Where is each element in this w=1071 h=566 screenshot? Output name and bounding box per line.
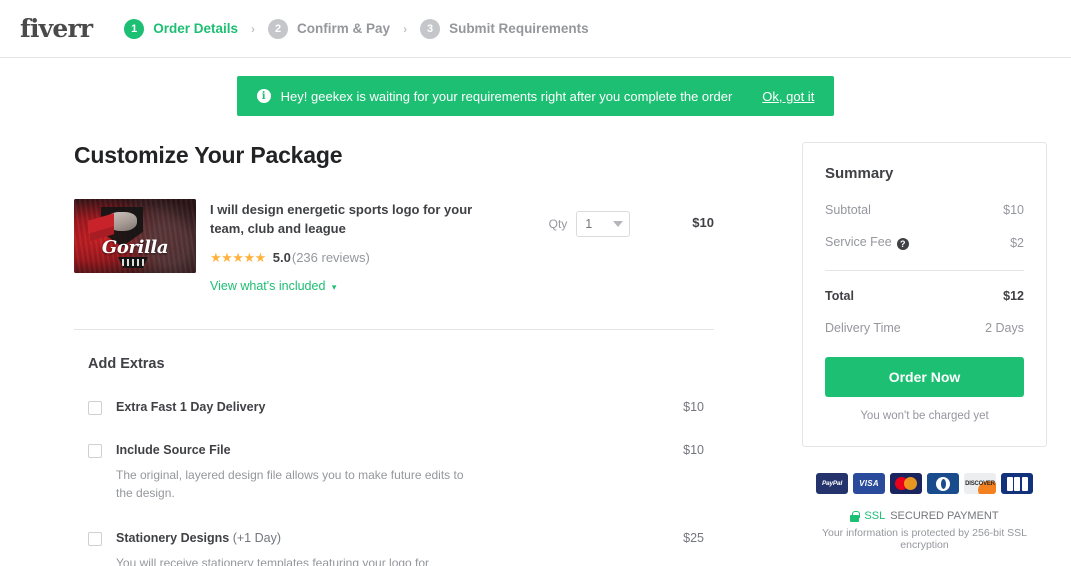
discover-label: DISCOVER [965, 480, 995, 487]
summary-row-service-fee: Service Fee? $2 [825, 235, 1024, 250]
extra-price: $10 [683, 442, 704, 457]
summary-card: Summary Subtotal $10 Service Fee? $2 Tot… [802, 142, 1047, 447]
extra-name: Include Source File [116, 443, 683, 457]
chevron-down-icon [613, 221, 624, 227]
service-fee-label-group: Service Fee? [825, 235, 909, 250]
ssl-label: SSL [864, 510, 886, 522]
service-fee-value: $2 [1010, 235, 1024, 250]
extra-item: Include Source File The original, layere… [74, 443, 714, 503]
gig-info: I will design energetic sports logo for … [196, 199, 537, 295]
gig-title[interactable]: I will design energetic sports logo for … [210, 201, 500, 239]
step-2-number: 2 [268, 18, 289, 39]
extra-price: $10 [683, 399, 704, 414]
step-1-number: 1 [124, 18, 145, 39]
rating-count: (236 reviews) [291, 250, 370, 266]
gig-summary-row: Gorilla I will design energetic sports l… [74, 199, 714, 295]
charge-note: You won't be charged yet [860, 410, 989, 422]
quantity-label: Qty [548, 217, 568, 231]
info-icon: i [256, 89, 271, 103]
extra-item: Stationery Designs (+1 Day) You will rec… [74, 531, 714, 566]
gig-price: $10 [692, 215, 714, 230]
ssl-note: Your information is protected by 256-bit… [821, 527, 1028, 551]
summary-row-delivery-time: Delivery Time 2 Days [825, 321, 1024, 335]
section-divider [74, 328, 714, 330]
step-3-number: 3 [420, 18, 441, 39]
summary-row-subtotal: Subtotal $10 [825, 203, 1024, 217]
mastercard-icon [890, 473, 922, 494]
notice-banner: i Hey! geekex is waiting for your requir… [236, 76, 835, 116]
notice-banner-wrapper: i Hey! geekex is waiting for your requir… [0, 76, 1071, 116]
step-confirm-pay[interactable]: 2 Confirm & Pay [268, 18, 391, 39]
lock-icon [850, 510, 860, 522]
payment-methods: PayPal VISA DISCOVER [802, 473, 1047, 494]
extra-description: The original, layered design file allows… [116, 467, 464, 501]
step-separator-2: › [403, 21, 408, 36]
step-submit-requirements[interactable]: 3 Submit Requirements [420, 18, 589, 39]
diners-club-icon [927, 473, 959, 494]
extra-body: Include Source File The original, layere… [102, 443, 683, 503]
notice-text: Hey! geekex is waiting for your requirem… [280, 88, 733, 104]
summary-title: Summary [825, 165, 894, 182]
extra-price: $25 [683, 530, 704, 545]
extra-item: Extra Fast 1 Day Delivery $10 [74, 400, 714, 415]
ssl-secured-text: SECURED PAYMENT [890, 510, 999, 522]
visa-icon: VISA [853, 473, 885, 494]
rating-score: 5.0 [272, 250, 291, 266]
help-icon[interactable]: ? [896, 238, 909, 250]
quantity-value: 1 [585, 217, 593, 231]
extra-name: Stationery Designs (+1 Day) [116, 531, 683, 545]
sidebar-column: Summary Subtotal $10 Service Fee? $2 Tot… [802, 142, 1047, 566]
gig-rating: ★★★★★ 5.0 (236 reviews) [210, 250, 537, 266]
order-now-button[interactable]: Order Now [825, 357, 1024, 397]
extra-body: Stationery Designs (+1 Day) You will rec… [102, 531, 683, 566]
summary-divider [825, 270, 1024, 271]
ssl-secured-badge: SSL SECURED PAYMENT [802, 510, 1047, 522]
extra-name-text: Include Source File [116, 442, 231, 457]
summary-row-total: Total $12 [825, 289, 1024, 303]
extra-name-text: Extra Fast 1 Day Delivery [116, 399, 266, 414]
checkout-stepper: 1 Order Details › 2 Confirm & Pay › 3 Su… [124, 18, 589, 39]
extra-name-text: Stationery Designs [116, 530, 230, 545]
step-3-label: Submit Requirements [449, 21, 589, 36]
extra-body: Extra Fast 1 Day Delivery [102, 400, 683, 414]
page-title: Customize Your Package [74, 142, 343, 168]
extra-description: You will receive stationery templates fe… [116, 555, 430, 566]
subtotal-value: $10 [1003, 203, 1024, 217]
step-separator-1: › [251, 21, 256, 36]
quantity-select[interactable]: 1 [576, 211, 631, 237]
total-label: Total [825, 289, 854, 303]
jcb-icon [1001, 473, 1033, 494]
page-body: Customize Your Package Gorilla I will de… [0, 142, 1071, 566]
add-extras-heading: Add Extras [88, 355, 165, 372]
chevron-down-icon: ▾ [331, 281, 337, 292]
delivery-time-label: Delivery Time [825, 321, 901, 335]
extra-checkbox-stationery-designs[interactable] [88, 531, 102, 546]
paypal-icon: PayPal [816, 473, 848, 494]
extra-checkbox-include-source-file[interactable] [88, 443, 102, 458]
extra-name: Extra Fast 1 Day Delivery [116, 400, 683, 414]
subtotal-label: Subtotal [825, 203, 871, 217]
extra-checkbox-extra-fast-delivery[interactable] [88, 400, 102, 415]
step-order-details[interactable]: 1 Order Details [124, 18, 239, 39]
thumbnail-wordmark: Gorilla [101, 237, 169, 258]
site-header: fiverr 1 Order Details › 2 Confirm & Pay… [0, 0, 1071, 58]
view-whats-included-label: View what's included [210, 278, 326, 293]
main-column: Customize Your Package Gorilla I will de… [74, 142, 714, 566]
fiverr-logo[interactable]: fiverr [20, 16, 93, 41]
delivery-time-value: 2 Days [985, 321, 1024, 335]
view-whats-included-link[interactable]: View what's included ▾ [210, 279, 336, 293]
extra-name-suffix: (+1 Day) [229, 530, 281, 545]
notice-dismiss-link[interactable]: Ok, got it [762, 89, 814, 104]
discover-icon: DISCOVER [964, 473, 996, 494]
service-fee-label: Service Fee [825, 235, 892, 249]
star-rating-icon: ★★★★★ [210, 249, 266, 265]
step-1-label: Order Details [153, 21, 239, 36]
step-2-label: Confirm & Pay [297, 21, 391, 36]
total-value: $12 [1003, 289, 1024, 303]
quantity-control: Qty 1 [549, 199, 631, 237]
gig-thumbnail[interactable]: Gorilla [74, 199, 196, 273]
